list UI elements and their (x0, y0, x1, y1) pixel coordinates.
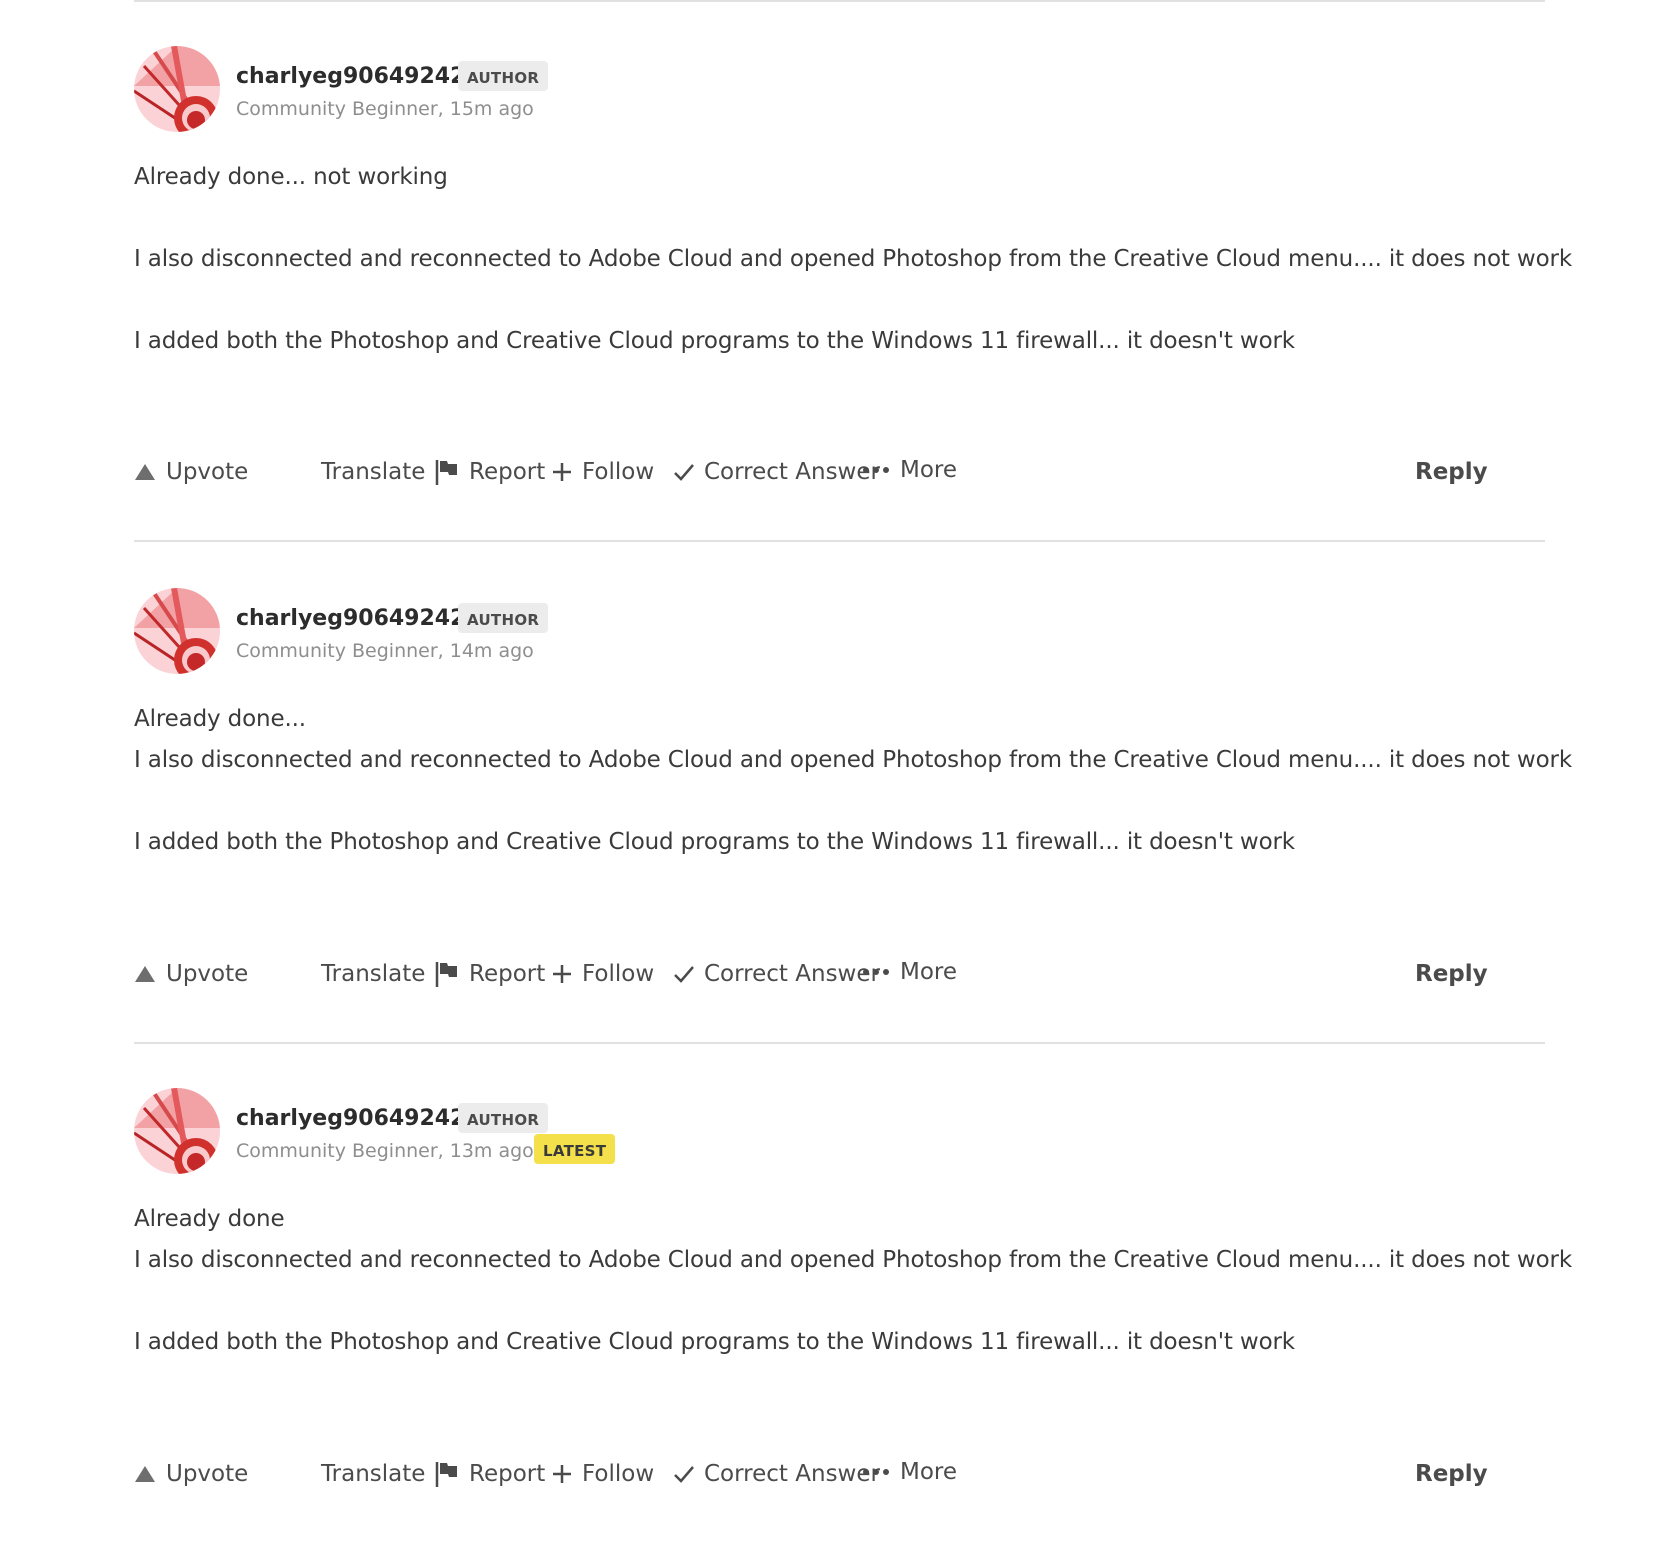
latest-badge: LATEST (534, 1134, 616, 1164)
flag-icon (435, 961, 459, 987)
translate-label: Translate (321, 1461, 426, 1487)
follow-button[interactable]: Follow (552, 452, 654, 492)
post: charlyeg90649242 AUTHOR Community Beginn… (134, 1088, 1572, 1538)
post-text-line: I also disconnected and reconnected to A… (134, 747, 1572, 773)
correct-answer-label: Correct Answer (704, 1461, 880, 1487)
more-label: More (900, 457, 958, 483)
flag-icon (435, 1461, 459, 1487)
reply-label: Reply (1415, 1461, 1488, 1487)
avatar[interactable] (134, 46, 220, 132)
report-label: Report (469, 459, 546, 485)
ellipsis-icon (862, 1468, 890, 1476)
reply-label: Reply (1415, 459, 1488, 485)
author-badge: AUTHOR (458, 603, 549, 633)
username[interactable]: charlyeg90649242 (236, 606, 465, 631)
post-actions: Upvote Translate Report Follow Correct A… (134, 452, 1545, 492)
checkmark-icon (674, 463, 694, 481)
upvote-label: Upvote (166, 961, 249, 987)
post-text-line: I also disconnected and reconnected to A… (134, 1247, 1572, 1273)
reply-label: Reply (1415, 961, 1488, 987)
ellipsis-icon (862, 466, 890, 474)
more-label: More (900, 959, 958, 985)
post-text-line: I also disconnected and reconnected to A… (134, 246, 1572, 272)
plus-icon (552, 964, 572, 984)
post-actions: Upvote Translate Report Follow Correct A… (134, 1454, 1545, 1494)
plus-icon (552, 462, 572, 482)
report-label: Report (469, 961, 546, 987)
post-divider (134, 1042, 1545, 1044)
author-badge: AUTHOR (458, 61, 549, 91)
post: charlyeg90649242 AUTHOR Community Beginn… (134, 588, 1572, 1044)
username[interactable]: charlyeg90649242 (236, 64, 465, 89)
post-divider (134, 540, 1545, 542)
author-badge: AUTHOR (458, 1103, 549, 1133)
follow-label: Follow (582, 1461, 655, 1487)
username[interactable]: charlyeg90649242 (236, 1106, 465, 1131)
post-text-line: Already done (134, 1206, 285, 1232)
translate-button[interactable]: Translate (321, 452, 425, 492)
translate-label: Translate (321, 961, 426, 987)
report-label: Report (469, 1461, 546, 1487)
checkmark-icon (674, 1465, 694, 1483)
triangle-up-icon (134, 1465, 156, 1483)
post-actions: Upvote Translate Report Follow Correct A… (134, 954, 1545, 994)
follow-label: Follow (582, 961, 655, 987)
correct-answer-button[interactable]: Correct Answer (674, 1454, 880, 1494)
triangle-up-icon (134, 463, 156, 481)
translate-button[interactable]: Translate (321, 1454, 425, 1494)
post-text-line: Already done... not working (134, 164, 448, 190)
report-button[interactable]: Report (435, 452, 545, 492)
more-label: More (900, 1459, 958, 1485)
reply-button[interactable]: Reply (1415, 452, 1488, 492)
upvote-label: Upvote (166, 459, 249, 485)
correct-answer-label: Correct Answer (704, 459, 880, 485)
correct-answer-button[interactable]: Correct Answer (674, 954, 880, 994)
post: charlyeg90649242 AUTHOR Community Beginn… (134, 46, 1572, 542)
post-text-line: Already done... (134, 706, 306, 732)
more-button[interactable]: More (862, 1452, 957, 1492)
top-divider (134, 0, 1545, 2)
report-button[interactable]: Report (435, 1454, 545, 1494)
post-meta: Community Beginner, 14m ago (236, 640, 534, 662)
translate-button[interactable]: Translate (321, 954, 425, 994)
follow-button[interactable]: Follow (552, 1454, 654, 1494)
triangle-up-icon (134, 965, 156, 983)
post-text-line: I added both the Photoshop and Creative … (134, 1329, 1295, 1355)
avatar[interactable] (134, 588, 220, 674)
upvote-label: Upvote (166, 1461, 249, 1487)
reply-button[interactable]: Reply (1415, 1454, 1488, 1494)
avatar[interactable] (134, 1088, 220, 1174)
ellipsis-icon (862, 968, 890, 976)
plus-icon (552, 1464, 572, 1484)
translate-label: Translate (321, 459, 426, 485)
post-text-line: I added both the Photoshop and Creative … (134, 328, 1295, 354)
follow-button[interactable]: Follow (552, 954, 654, 994)
more-button[interactable]: More (862, 450, 957, 490)
post-meta: Community Beginner, 15m ago (236, 98, 534, 120)
flag-icon (435, 459, 459, 485)
correct-answer-button[interactable]: Correct Answer (674, 452, 880, 492)
correct-answer-label: Correct Answer (704, 961, 880, 987)
checkmark-icon (674, 965, 694, 983)
upvote-button[interactable]: Upvote (134, 1454, 248, 1494)
upvote-button[interactable]: Upvote (134, 954, 248, 994)
reply-button[interactable]: Reply (1415, 954, 1488, 994)
post-meta: Community Beginner, 13m ago (236, 1140, 534, 1162)
more-button[interactable]: More (862, 952, 957, 992)
report-button[interactable]: Report (435, 954, 545, 994)
post-text-line: I added both the Photoshop and Creative … (134, 829, 1295, 855)
upvote-button[interactable]: Upvote (134, 452, 248, 492)
follow-label: Follow (582, 459, 655, 485)
